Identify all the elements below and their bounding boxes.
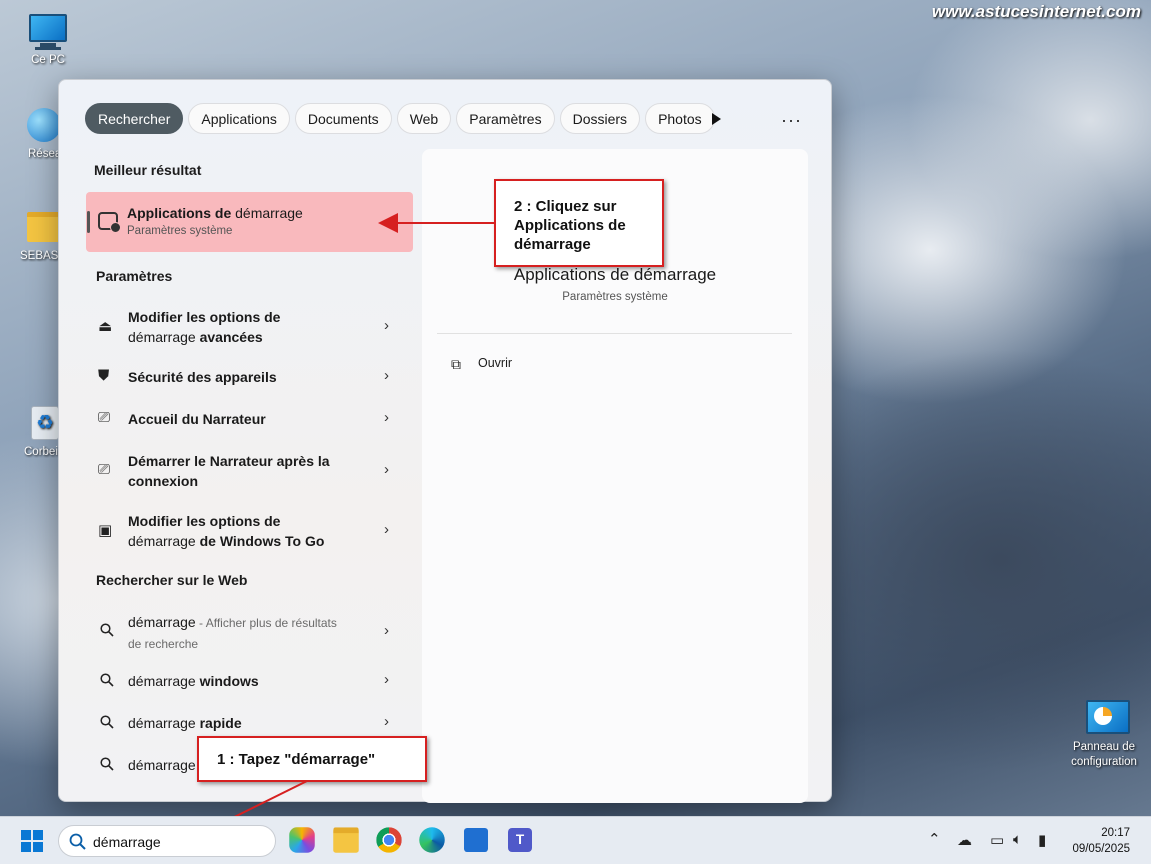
settings-item-label: Modifier les options de démarrage de Wind… bbox=[128, 513, 325, 549]
search-filter-tabs: Rechercher Applications Documents Web Pa… bbox=[85, 103, 715, 135]
chevron-right-icon: › bbox=[384, 671, 389, 688]
monitor-icon bbox=[26, 12, 70, 52]
search-input[interactable] bbox=[93, 832, 263, 852]
divider bbox=[437, 333, 792, 334]
callout-step-1: 1 : Tapez "démarrage" bbox=[197, 736, 427, 782]
settings-item-label: Accueil du Narrateur bbox=[128, 411, 266, 427]
preview-subtitle: Paramètres système bbox=[562, 291, 668, 303]
search-icon bbox=[100, 715, 114, 729]
desktop-icon-this-pc[interactable]: Ce PC bbox=[13, 12, 83, 66]
settings-item-device-security[interactable]: ⛊ Sécurité des appareils › bbox=[86, 366, 413, 388]
settings-item-narrator-after-login[interactable]: ⎚ Démarrer le Narrateur après la connexio… bbox=[86, 450, 413, 494]
desktop-icon-label: Ce PC bbox=[31, 54, 65, 66]
open-action[interactable]: Ouvrir bbox=[478, 356, 512, 370]
copilot-icon[interactable] bbox=[289, 827, 315, 853]
edge-icon[interactable] bbox=[419, 827, 445, 853]
network-icon[interactable]: ▭ bbox=[990, 831, 1004, 849]
windows-start-icon[interactable] bbox=[21, 830, 43, 852]
settings-item-label: Modifier les options de démarrage avancée… bbox=[128, 309, 281, 345]
narrator-icon: ⎚ bbox=[98, 409, 111, 426]
control-panel-icon bbox=[1082, 698, 1130, 738]
chevron-right-icon: › bbox=[384, 367, 389, 384]
chevron-up-icon[interactable]: ⌃ bbox=[928, 830, 941, 848]
web-result-item[interactable]: démarrage windows › bbox=[86, 670, 413, 692]
chevron-right-icon: › bbox=[384, 461, 389, 478]
shield-icon: ⛊ bbox=[98, 367, 110, 384]
chevron-right-icon: › bbox=[384, 317, 389, 334]
system-clock[interactable]: 20:17 09/05/2025 bbox=[1072, 825, 1130, 857]
best-match-heading: Meilleur résultat bbox=[94, 162, 202, 178]
desktop-icon-control-panel[interactable]: Panneau de configuration bbox=[1062, 698, 1146, 770]
tab-applications[interactable]: Applications bbox=[188, 103, 290, 134]
web-result-label: démarrage windows bbox=[128, 673, 259, 689]
volume-icon[interactable]: 🔈︎ bbox=[1013, 831, 1022, 848]
open-external-icon[interactable]: ⧉ bbox=[451, 356, 461, 373]
search-icon bbox=[69, 833, 86, 850]
web-result-item[interactable]: démarrage rapide › bbox=[86, 712, 413, 734]
best-match-item[interactable]: Applications de démarrage Paramètres sys… bbox=[86, 192, 413, 252]
callout-step-2: 2 : Cliquez sur Applications de démarrag… bbox=[494, 179, 664, 267]
start-menu-search-panel: Rechercher Applications Documents Web Pa… bbox=[58, 79, 832, 803]
chevron-right-icon: › bbox=[384, 409, 389, 426]
taskbar-search-box[interactable] bbox=[58, 825, 276, 857]
teams-icon[interactable]: T bbox=[508, 828, 532, 852]
tab-photos[interactable]: Photos bbox=[645, 103, 715, 134]
selection-indicator bbox=[87, 211, 90, 233]
settings-item-label: Démarrer le Narrateur après la connexion bbox=[128, 453, 330, 489]
chevron-right-icon: › bbox=[384, 622, 389, 639]
web-result-item[interactable]: démarrage - Afficher plus de résultats de… bbox=[86, 612, 413, 654]
more-options-icon[interactable]: ··· bbox=[781, 110, 802, 131]
desktop-icon-label: Panneau de configuration bbox=[1071, 741, 1137, 768]
web-result-label: démarrage - Afficher plus de résultats de… bbox=[128, 614, 337, 651]
play-icon[interactable] bbox=[709, 111, 723, 127]
chevron-right-icon: › bbox=[384, 521, 389, 538]
recovery-icon: ⏏ bbox=[98, 318, 113, 335]
preview-title: Applications de démarrage bbox=[513, 265, 717, 284]
file-explorer-icon[interactable] bbox=[333, 827, 359, 853]
onedrive-offline-icon[interactable]: ☁ bbox=[957, 831, 972, 849]
web-result-label: démarrage rapide bbox=[128, 715, 242, 731]
settings-item-narrator-home[interactable]: ⎚ Accueil du Narrateur › bbox=[86, 408, 413, 430]
settings-item-advanced-startup[interactable]: ⏏ Modifier les options de démarrage avanc… bbox=[86, 306, 413, 350]
clock-time: 20:17 bbox=[1101, 827, 1130, 839]
watermark: www.astucesinternet.com bbox=[931, 2, 1141, 21]
tab-dossiers[interactable]: Dossiers bbox=[559, 103, 641, 134]
best-match-subtitle: Paramètres système bbox=[127, 225, 233, 237]
search-icon bbox=[100, 623, 114, 637]
chevron-right-icon: › bbox=[384, 713, 389, 730]
chrome-icon[interactable] bbox=[376, 827, 402, 853]
store-icon[interactable] bbox=[464, 828, 488, 852]
search-icon bbox=[100, 757, 114, 771]
tab-rechercher[interactable]: Rechercher bbox=[85, 103, 184, 134]
windows-to-go-icon: ▣ bbox=[98, 522, 113, 539]
tab-documents[interactable]: Documents bbox=[294, 103, 392, 134]
callout-step-2-text: 2 : Cliquez sur Applications de démarrag… bbox=[514, 198, 626, 253]
battery-icon[interactable]: ▮ bbox=[1038, 831, 1046, 849]
taskbar: T ⌃ ☁ ▭ 🔈︎ ▮ 20:17 09/05/2025 bbox=[0, 816, 1151, 864]
tab-parametres[interactable]: Paramètres bbox=[456, 103, 555, 134]
clock-date: 09/05/2025 bbox=[1072, 843, 1130, 855]
settings-heading: Paramètres bbox=[96, 268, 173, 284]
search-icon bbox=[100, 673, 114, 687]
callout-step-1-text: 1 : Tapez "démarrage" bbox=[217, 751, 376, 768]
tab-web[interactable]: Web bbox=[396, 103, 452, 134]
settings-item-label: Sécurité des appareils bbox=[128, 369, 277, 385]
best-match-title: Applications de démarrage bbox=[127, 205, 303, 221]
narrator-icon: ⎚ bbox=[98, 461, 111, 478]
web-search-heading: Rechercher sur le Web bbox=[96, 572, 248, 588]
startup-apps-icon bbox=[98, 212, 121, 233]
settings-item-windows-to-go[interactable]: ▣ Modifier les options de démarrage de Wi… bbox=[86, 510, 413, 554]
